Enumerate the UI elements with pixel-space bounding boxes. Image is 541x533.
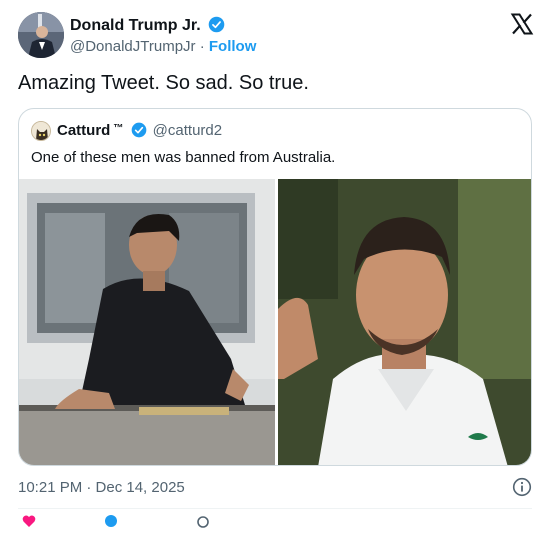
author-handle-line: @DonaldJTrumpJr · Follow <box>70 38 256 55</box>
copy-link-icon[interactable] <box>196 514 210 528</box>
follow-button[interactable]: Follow <box>209 38 257 55</box>
verified-badge-icon <box>208 16 225 38</box>
separator: · <box>199 38 205 55</box>
quoted-author-line: Catturd ™ @catturd2 <box>57 122 222 142</box>
quoted-photo-right[interactable] <box>278 179 531 465</box>
quoted-tweet-card[interactable]: Catturd ™ @catturd2 One of these men was … <box>18 108 532 466</box>
like-icon[interactable] <box>22 514 36 528</box>
author-name[interactable]: Donald Trump Jr. <box>70 16 225 38</box>
divider <box>18 508 532 509</box>
x-logo-icon[interactable] <box>510 12 534 36</box>
quoted-name[interactable]: Catturd <box>57 122 110 139</box>
verified-badge-icon <box>131 122 147 142</box>
quoted-avatar[interactable] <box>31 121 51 141</box>
author-handle[interactable]: @DonaldJTrumpJr <box>70 38 196 55</box>
info-icon[interactable] <box>512 477 532 497</box>
author-avatar[interactable] <box>18 12 64 58</box>
quoted-text: One of these men was banned from Austral… <box>31 149 336 166</box>
quoted-handle[interactable]: @catturd2 <box>153 122 222 139</box>
reply-icon[interactable] <box>104 514 118 528</box>
tweet-timestamp[interactable]: 10:21 PM · Dec 14, 2025 <box>18 479 185 496</box>
tweet-text: Amazing Tweet. So sad. So true. <box>18 72 309 94</box>
quoted-photo-left[interactable] <box>19 179 275 465</box>
trademark-symbol: ™ <box>113 123 124 134</box>
